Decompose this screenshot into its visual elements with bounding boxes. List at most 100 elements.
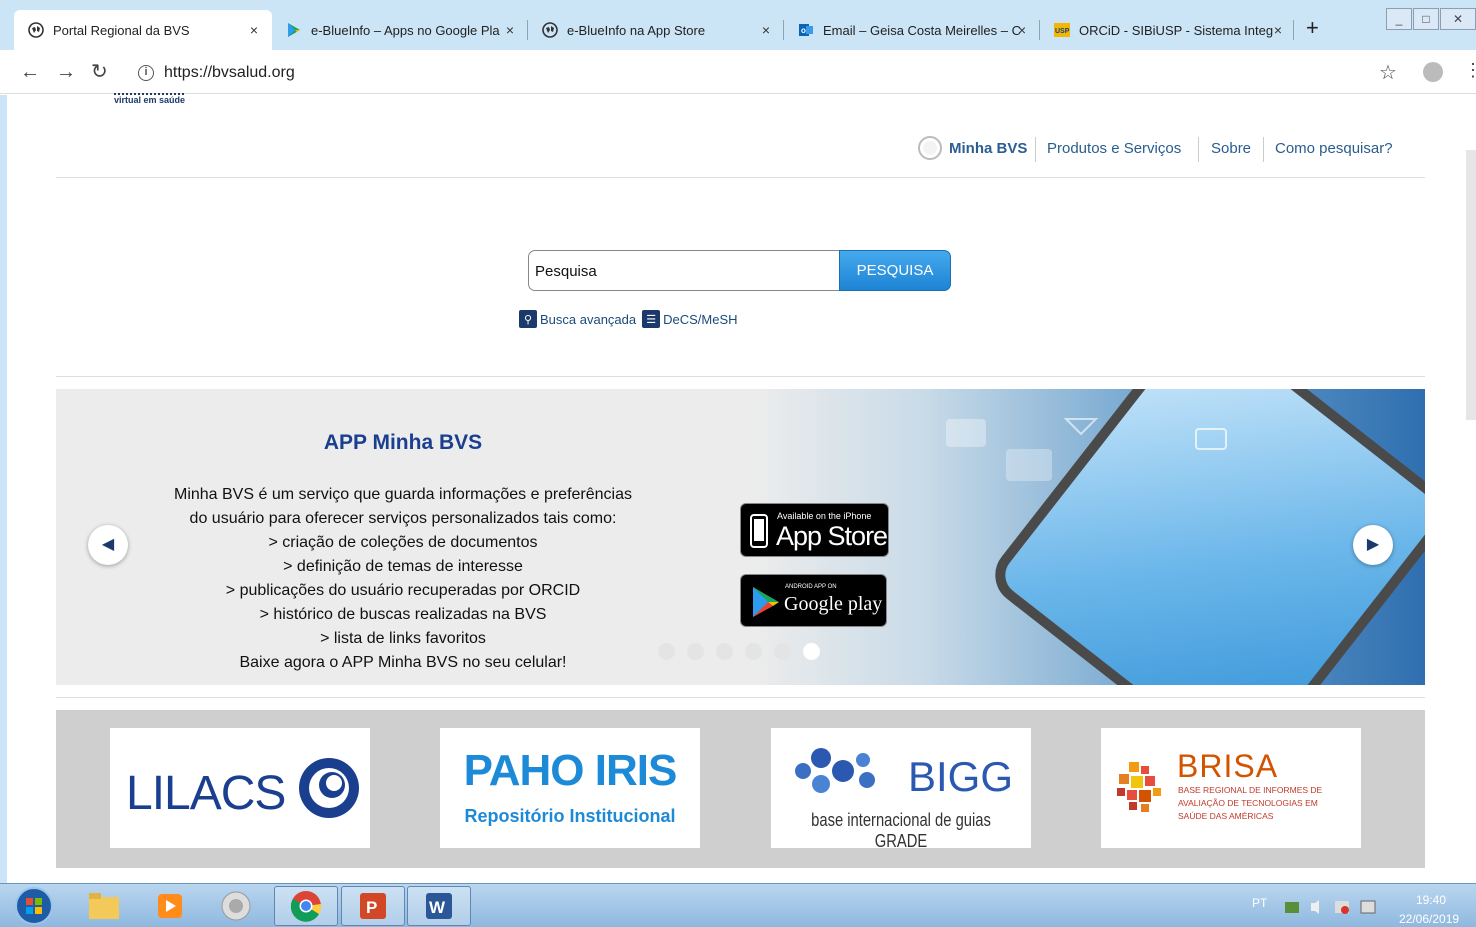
carousel-dot[interactable]: [658, 643, 675, 660]
site-info-icon[interactable]: i: [138, 65, 154, 81]
tab-label: e-BlueInfo na App Store: [567, 22, 706, 38]
clock-time[interactable]: 19:40: [1416, 893, 1446, 907]
start-button[interactable]: [4, 886, 64, 926]
banner-line: Baixe agora o APP Minha BVS no seu celul…: [239, 654, 567, 671]
bigg-logo[interactable]: BIGG base internacional de guias GRADE: [771, 728, 1031, 851]
brisa-subtitle-line: SAÚDE DAS AMÉRICAS: [1178, 811, 1274, 821]
decs-mesh-label: DeCS/MeSH: [663, 311, 738, 327]
window-frame-left: [0, 95, 7, 883]
back-arrow-icon[interactable]: ←: [20, 60, 40, 84]
close-window-button[interactable]: ✕: [1440, 8, 1476, 30]
carousel-dot[interactable]: [687, 643, 704, 660]
divider: [56, 376, 1425, 377]
profile-avatar[interactable]: [1423, 62, 1443, 82]
taskbar-powerpoint[interactable]: P: [341, 886, 405, 926]
address-bar[interactable]: i https://bvsalud.org: [124, 58, 1414, 88]
bigg-title: BIGG: [908, 753, 1014, 800]
search-button[interactable]: PESQUISA: [839, 250, 951, 291]
paho-iris-logo[interactable]: PAHO IRIS Repositório Institucional: [440, 728, 700, 848]
banner-title: APP Minha BVS: [323, 431, 483, 454]
nav-separator: [1035, 137, 1036, 162]
banner-line: > lista de links favoritos: [320, 630, 486, 647]
clock-date[interactable]: 22/06/2019: [1399, 912, 1459, 926]
minimize-button[interactable]: _: [1386, 8, 1412, 30]
banner-line: > criação de coleções de documentos: [268, 534, 538, 551]
nav-sobre[interactable]: Sobre: [1211, 140, 1251, 157]
carousel-banner: APP Minha BVS Minha BVS é um serviço que…: [56, 389, 1425, 685]
browser-toolbar: ← → ↻ i https://bvsalud.org: [0, 50, 1476, 94]
nav-como-pesquisar[interactable]: Como pesquisar?: [1275, 140, 1393, 157]
maximize-button[interactable]: □: [1413, 8, 1439, 30]
decs-mesh-link[interactable]: ☰ DeCS/MeSH: [642, 310, 738, 328]
banner-decoration: [946, 418, 1227, 481]
nav-minha-bvs[interactable]: Minha BVS: [949, 140, 1027, 157]
tab-label: Email – Geisa Costa Meirelles – C: [823, 22, 1021, 38]
tab-close-button[interactable]: ×: [502, 22, 518, 38]
nav-produtos-servicos[interactable]: Produtos e Serviços: [1047, 140, 1181, 157]
reload-icon[interactable]: ↻: [91, 60, 108, 84]
nav-separator: [1263, 137, 1264, 162]
brisa-logo[interactable]: BRISA BASE REGIONAL DE INFORMES DE AVALI…: [1101, 728, 1361, 848]
banner-line: > definição de temas de interesse: [283, 558, 523, 575]
banner-line: Minha BVS é um serviço que guarda inform…: [173, 486, 632, 503]
tab-close-button[interactable]: ×: [246, 22, 262, 38]
media-player-icon: [158, 894, 182, 918]
brisa-subtitle-line: AVALIAÇÃO DE TECNOLOGIAS EM: [1178, 798, 1318, 808]
menu-kebab-icon[interactable]: ⋮: [1464, 60, 1476, 81]
bookmark-star-icon[interactable]: ☆: [1379, 60, 1397, 85]
globe-icon: [28, 22, 44, 38]
tab-orcid[interactable]: USP ORCiD - SIBiUSP - Sistema Integ ×: [1040, 10, 1296, 50]
banner-description: Minha BVS é um serviço que guarda inform…: [56, 483, 750, 675]
lilacs-logo[interactable]: LILACS: [110, 728, 370, 848]
google-play-badge[interactable]: ANDROID APP ON Google play: [740, 574, 887, 627]
outlook-icon: o: [798, 22, 814, 38]
paho-iris-subtitle: Repositório Institucional: [464, 806, 676, 826]
windows-start-icon: [15, 887, 53, 925]
search-input[interactable]: Pesquisa: [528, 250, 840, 291]
powerpoint-icon: P: [360, 893, 386, 919]
tab-google-play[interactable]: e-BlueInfo – Apps no Google Pla ×: [272, 10, 528, 50]
tab-portal-bvs[interactable]: Portal Regional da BVS ×: [14, 10, 272, 50]
word-icon: W: [426, 893, 452, 919]
taskbar-media-player[interactable]: [138, 886, 202, 926]
brisa-subtitle-line: BASE REGIONAL DE INFORMES DE: [1178, 785, 1323, 795]
app-store-badge[interactable]: Available on the iPhone App Store: [740, 503, 889, 557]
google-play-small-text: ANDROID APP ON: [785, 584, 837, 590]
system-tray-icons[interactable]: [1283, 898, 1383, 916]
carousel-dot[interactable]: [716, 643, 733, 660]
new-tab-button[interactable]: +: [1306, 17, 1319, 39]
bigg-molecule-icon: [795, 748, 875, 793]
svg-text:o: o: [801, 26, 806, 35]
address-url: https://bvsalud.org: [164, 64, 295, 81]
carousel-dot[interactable]: [803, 643, 820, 660]
taskbar-word[interactable]: W: [407, 886, 471, 926]
language-indicator[interactable]: PT: [1252, 896, 1267, 910]
advanced-search-label: Busca avançada: [540, 311, 637, 327]
carousel-dot[interactable]: [774, 643, 791, 660]
lilacs-swirl-icon: [299, 758, 359, 818]
tab-close-button[interactable]: ×: [1270, 22, 1286, 38]
carousel-prev-button[interactable]: ◀: [88, 525, 128, 565]
svg-text:W: W: [429, 898, 446, 917]
carousel-dot[interactable]: [745, 643, 762, 660]
app-store-big-text: App Store: [776, 521, 888, 551]
top-navigation: Minha BVS Produtos e Serviços Sobre Como…: [0, 132, 1476, 164]
folder-icon: [89, 893, 119, 919]
carousel-next-button[interactable]: ▶: [1353, 525, 1393, 565]
divider: [56, 697, 1425, 698]
divider: [56, 177, 1425, 178]
taskbar-explorer[interactable]: [72, 886, 136, 926]
banner-line: > histórico de buscas realizadas na BVS: [259, 606, 547, 623]
forward-arrow-icon[interactable]: →: [56, 60, 76, 84]
taskbar-speaker[interactable]: [204, 886, 268, 926]
advanced-search-link[interactable]: ⚲ Busca avançada: [519, 310, 636, 328]
speaker-icon: [221, 891, 251, 921]
google-play-icon: [286, 22, 302, 38]
tab-email[interactable]: o Email – Geisa Costa Meirelles – C ×: [784, 10, 1040, 50]
tab-close-button[interactable]: ×: [758, 22, 774, 38]
tab-app-store[interactable]: e-BlueInfo na App Store ×: [528, 10, 784, 50]
vertical-scrollbar[interactable]: [1466, 150, 1476, 420]
taskbar-chrome[interactable]: [274, 886, 338, 926]
tab-close-button[interactable]: ×: [1014, 22, 1030, 38]
globe-icon: [542, 22, 558, 38]
